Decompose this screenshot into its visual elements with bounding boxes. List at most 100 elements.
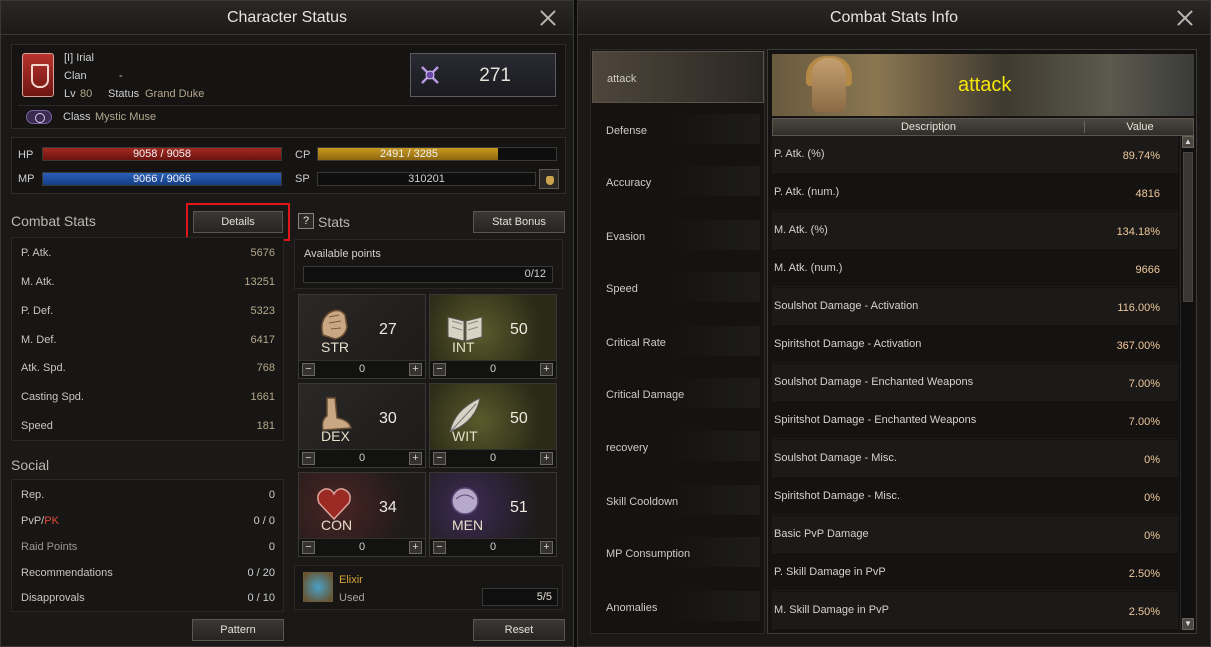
mp-bar: 9066 / 9066 xyxy=(42,172,282,186)
combat-stats-title: Combat Stats xyxy=(11,213,96,229)
increase-wit-button[interactable]: + xyxy=(540,452,553,465)
stat-adjust-value: 0 xyxy=(489,363,497,375)
stat-name: INT xyxy=(452,339,475,355)
category-item-evasion[interactable]: Evasion xyxy=(592,210,764,262)
table-row: P. Skill Damage in PvP 2.50% xyxy=(772,554,1178,591)
pattern-button[interactable]: Pattern xyxy=(192,619,284,641)
increase-men-button[interactable]: + xyxy=(540,541,553,554)
close-icon[interactable] xyxy=(1174,7,1196,29)
category-item-critical-damage[interactable]: Critical Damage xyxy=(592,368,764,420)
social-row-rep: Rep. 0 xyxy=(12,489,283,509)
stat-value: 5323 xyxy=(250,305,275,317)
stat-adjust-value: 0 xyxy=(358,452,366,464)
close-icon[interactable] xyxy=(537,7,559,29)
table-row: Basic PvP Damage 0% xyxy=(772,516,1178,553)
elixir-state: Used xyxy=(339,592,365,604)
category-item-speed[interactable]: Speed xyxy=(592,262,764,314)
sp-bar-text: 310201 xyxy=(408,173,445,185)
category-item-accuracy[interactable]: Accuracy xyxy=(592,156,764,208)
table-row: Soulshot Damage - Activation 116.00% xyxy=(772,288,1178,325)
row-description: P. Atk. (num.) xyxy=(774,186,840,198)
scroll-down-icon[interactable]: ▼ xyxy=(1182,618,1194,630)
category-label: Critical Rate xyxy=(606,337,666,349)
category-item-defense[interactable]: Defense xyxy=(592,104,764,156)
category-item-skill-cooldown[interactable]: Skill Cooldown xyxy=(592,475,764,527)
row-value: 2.50% xyxy=(1128,606,1160,618)
divider xyxy=(18,105,558,106)
character-info: [I] Irial Clan - Lv 80 Status Grand Duke… xyxy=(11,44,566,129)
social-value: 0 / 0 xyxy=(253,515,275,527)
row-description: Basic PvP Damage xyxy=(774,528,869,540)
category-item-recovery[interactable]: recovery xyxy=(592,421,764,473)
column-header-description: Description xyxy=(773,121,1085,133)
reset-button[interactable]: Reset xyxy=(473,619,565,641)
combat-stat-row: M. Def. 6417 xyxy=(12,334,283,354)
category-label: Accuracy xyxy=(606,177,652,189)
row-description: P. Atk. (%) xyxy=(774,148,825,160)
stat-adjust-row: − 0 + xyxy=(299,449,425,467)
increase-dex-button[interactable]: + xyxy=(409,452,422,465)
character-face xyxy=(812,58,846,112)
row-value: 4816 xyxy=(1135,188,1160,200)
title-bar[interactable]: Character Status xyxy=(1,1,573,35)
help-icon[interactable]: ? xyxy=(298,213,314,229)
row-value: 0% xyxy=(1144,454,1160,466)
increase-con-button[interactable]: + xyxy=(409,541,422,554)
stat-cell-con: CON 34 − 0 + xyxy=(298,472,426,557)
row-value: 134.18% xyxy=(1116,226,1160,238)
increase-str-button[interactable]: + xyxy=(409,363,422,376)
social-row-raid: Raid Points 0 xyxy=(12,541,283,561)
stat-name: P. Def. xyxy=(21,305,54,317)
banner-title: attack xyxy=(958,74,1012,96)
category-item-critical-rate[interactable]: Critical Rate xyxy=(592,316,764,368)
stat-value: 50 xyxy=(510,410,528,427)
clan-label: Clan xyxy=(64,70,87,82)
stat-value: 5676 xyxy=(250,247,275,259)
row-description: Spiritshot Damage - Activation xyxy=(774,338,922,350)
sp-bag-icon[interactable] xyxy=(539,169,559,189)
category-item-attack[interactable]: attack xyxy=(592,51,764,103)
row-description: Soulshot Damage - Misc. xyxy=(774,452,897,464)
social-value: 0 / 20 xyxy=(247,567,275,579)
category-item-anomalies[interactable]: Anomalies xyxy=(592,581,764,633)
hp-bar-text: 9058 / 9058 xyxy=(132,148,192,160)
increase-int-button[interactable]: + xyxy=(540,363,553,376)
stat-name: DEX xyxy=(321,428,350,444)
category-label: Skill Cooldown xyxy=(606,496,679,508)
category-label: recovery xyxy=(606,442,649,454)
stat-value: 1661 xyxy=(250,391,275,403)
social-value: 0 xyxy=(268,541,275,553)
elixir-panel: Elixir Used 5/5 xyxy=(294,565,563,610)
social-label: Rep. xyxy=(21,489,45,501)
clan-crest-icon xyxy=(22,53,54,97)
sp-label: SP xyxy=(295,173,310,185)
stat-adjust-row: − 0 + xyxy=(430,538,556,556)
social-value: 0 xyxy=(268,489,275,501)
title-bar[interactable]: Combat Stats Info xyxy=(578,1,1210,35)
stat-value: 27 xyxy=(379,321,397,338)
category-label: attack xyxy=(607,73,637,85)
category-label: MP Consumption xyxy=(606,548,691,560)
category-item-mp-consumption[interactable]: MP Consumption xyxy=(592,527,764,579)
stat-cell-str: STR 27 − 0 + xyxy=(298,294,426,379)
combat-stat-row: Speed 181 xyxy=(12,420,283,440)
row-description: Spiritshot Damage - Enchanted Weapons xyxy=(774,414,977,426)
stat-bonus-button[interactable]: Stat Bonus xyxy=(473,211,565,233)
scroll-up-icon[interactable]: ▲ xyxy=(1182,136,1194,148)
row-description: Soulshot Damage - Enchanted Weapons xyxy=(774,376,974,388)
window-title: Combat Stats Info xyxy=(829,8,959,26)
row-description: Spiritshot Damage - Misc. xyxy=(774,490,900,502)
stat-cell-int: INT 50 − 0 + xyxy=(429,294,557,379)
hp-label: HP xyxy=(18,149,34,161)
category-label: Critical Damage xyxy=(606,389,685,401)
scrollbar-thumb[interactable] xyxy=(1183,152,1193,302)
class-label: Class xyxy=(63,111,91,123)
stat-name: Atk. Spd. xyxy=(21,362,66,374)
table-row: Spiritshot Damage - Enchanted Weapons 7.0… xyxy=(772,402,1178,439)
table-header: Description Value xyxy=(772,118,1194,136)
row-value: 2.50% xyxy=(1128,568,1160,580)
stat-adjust-row: − 0 + xyxy=(430,449,556,467)
scrollbar[interactable]: ▲ ▼ xyxy=(1180,136,1194,630)
pvp-text: PvP/ xyxy=(21,515,45,527)
row-value: 0% xyxy=(1144,530,1160,542)
